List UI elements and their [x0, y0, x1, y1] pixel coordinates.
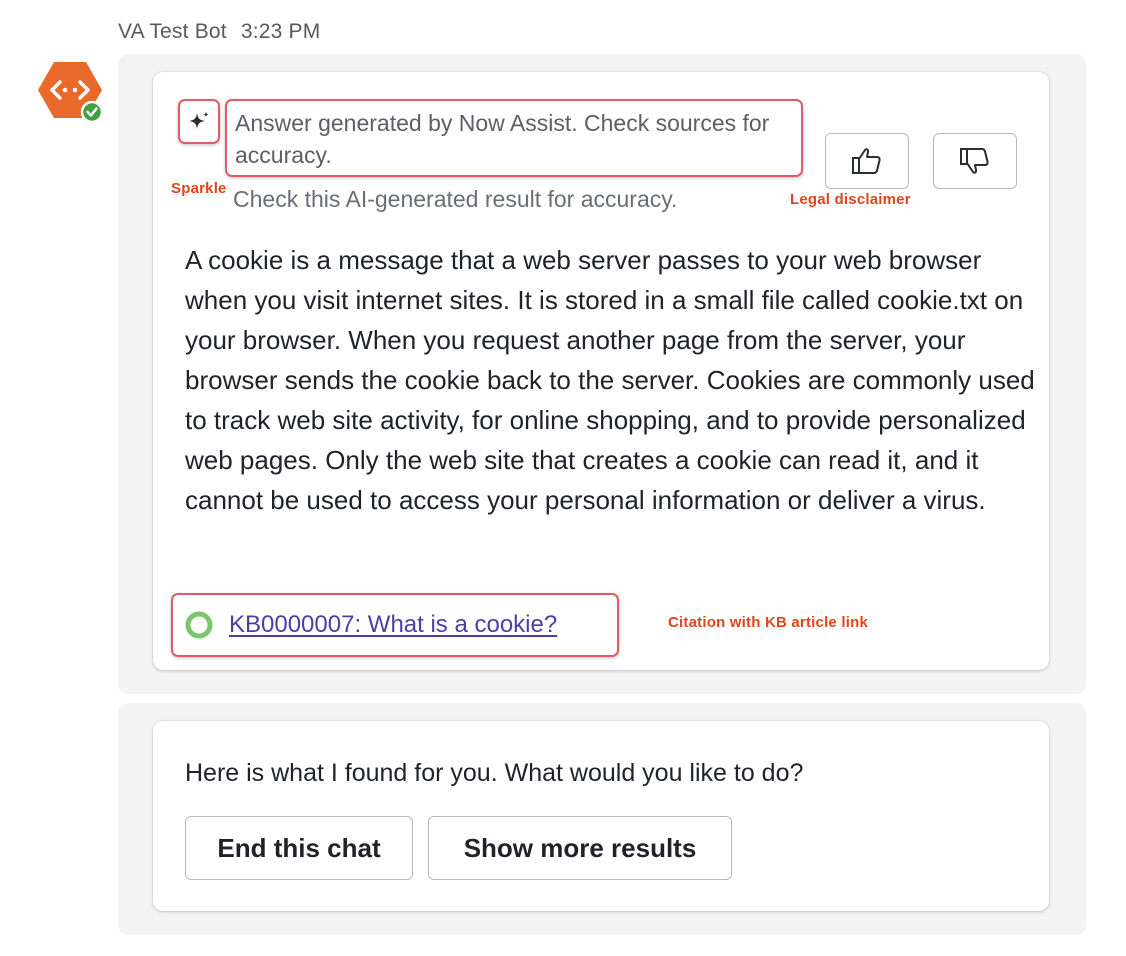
bot-name: VA Test Bot [118, 20, 227, 43]
annotation-citation: Citation with KB article link [668, 614, 868, 631]
message-panel-answer: Answer generated by Now Assist. Check so… [118, 54, 1086, 694]
thumbs-up-button[interactable] [825, 133, 909, 189]
message-panel-followup: Here is what I found for you. What would… [118, 703, 1086, 935]
sparkle-icon [189, 111, 209, 129]
ai-generated-note: Answer generated by Now Assist. Check so… [225, 99, 803, 177]
knowledge-base-icon [185, 611, 213, 639]
thumbs-up-icon [852, 148, 881, 174]
kb-article-link[interactable]: KB0000007: What is a cookie? [229, 611, 557, 639]
annotation-sparkle: Sparkle [171, 180, 227, 197]
show-more-results-button[interactable]: Show more results [428, 816, 732, 880]
bot-avatar [38, 60, 104, 124]
bot-avatar-icon [38, 62, 104, 124]
end-chat-button[interactable]: End this chat [185, 816, 413, 880]
online-status-icon [80, 100, 104, 124]
sparkle-indicator [178, 99, 220, 144]
followup-card: Here is what I found for you. What would… [153, 721, 1049, 911]
message-time: 3:23 PM [240, 20, 321, 43]
chat-transcript: VA Test Bot 3:23 PM Answer generated by N… [0, 0, 1126, 956]
followup-prompt: Here is what I found for you. What would… [185, 759, 804, 787]
citation: KB0000007: What is a cookie? [171, 593, 619, 657]
thumbs-down-icon [960, 148, 989, 174]
annotation-legal-disclaimer: Legal disclaimer [790, 191, 911, 208]
answer-card: Answer generated by Now Assist. Check so… [153, 72, 1049, 670]
message-header: VA Test Bot 3:23 PM [118, 20, 320, 44]
legal-disclaimer-text: Check this AI-generated result for accur… [233, 186, 678, 212]
thumbs-down-button[interactable] [933, 133, 1017, 189]
answer-text: A cookie is a message that a web server … [185, 245, 1035, 515]
